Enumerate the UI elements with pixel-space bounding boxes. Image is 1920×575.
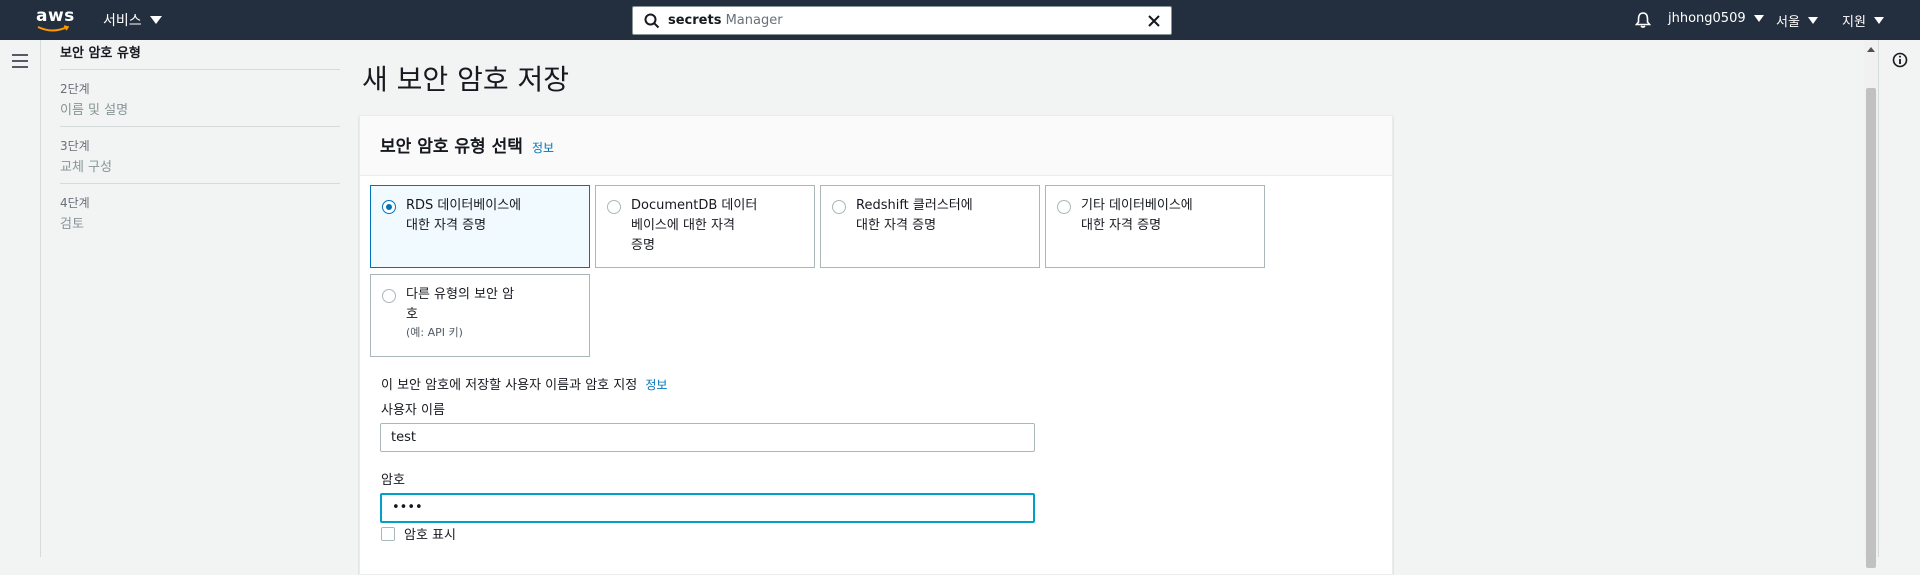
left-navigation-rail [0,40,41,557]
aws-logo-text: aws [36,6,75,26]
step-name: 교체 구성 [60,160,112,175]
radio-button[interactable] [607,200,621,214]
support-label: 지원 [1842,15,1866,30]
scrollbar-thumb[interactable] [1866,88,1876,568]
password-label: 암호 [381,473,405,488]
info-icon[interactable] [1892,52,1908,68]
tile-label-line1: 다른 유형의 보안 암 [406,287,515,302]
wizard-steps: 보안 암호 유형 2단계 이름 및 설명 3단계 교체 구성 4단계 검토 [60,40,340,250]
caret-down-icon [1873,17,1884,24]
support-menu-button[interactable]: 지원 [1842,11,1884,30]
right-help-rail [1878,40,1920,557]
step-current-name: 보안 암호 유형 [60,46,141,61]
search-value-bold: secrets [668,13,722,28]
page-title: 새 보안 암호 저장 [362,63,570,96]
region-menu-button[interactable]: 서울 [1776,11,1818,30]
tile-label-line2: 대한 자격 증명 [1081,218,1162,233]
info-link[interactable]: 정보 [532,141,554,155]
show-password-label: 암호 표시 [404,528,456,543]
secret-type-tile-rds[interactable]: RDS 데이터베이스에 대한 자격 증명 [370,185,590,268]
page-scrollbar[interactable] [1864,40,1878,568]
tile-label-line2: 대한 자격 증명 [856,218,937,233]
caret-down-icon [149,16,162,24]
tile-label-line1: DocumentDB 데이터 [631,198,758,213]
show-password-checkbox[interactable] [381,527,395,541]
search-value-rest: Manager [721,13,783,28]
tile-sub-label: (예: API 키) [406,326,463,339]
step-4[interactable]: 4단계 검토 [60,194,340,240]
hamburger-menu-icon[interactable] [12,54,28,72]
username-field[interactable]: test [380,423,1035,452]
services-menu-button[interactable]: 서비스 [103,10,162,30]
search-icon [644,13,660,29]
top-navigation-bar: aws 서비스 secrets Manager jhhong0509 서울 지원 [0,0,1920,40]
panel-title: 보안 암호 유형 선택 [380,137,523,157]
secret-type-tile-other[interactable]: 다른 유형의 보안 암 호 (예: API 키) [370,274,590,357]
services-label: 서비스 [103,13,142,29]
step-1: 보안 암호 유형 [60,40,340,70]
secret-type-tile-redshift[interactable]: Redshift 클러스터에 대한 자격 증명 [820,185,1040,268]
close-icon[interactable] [1146,13,1162,29]
caret-down-icon [1807,17,1818,24]
step-3[interactable]: 3단계 교체 구성 [60,137,340,184]
radio-button[interactable] [382,289,396,303]
password-field[interactable]: •••• [380,493,1035,523]
search-value: secrets Manager [668,13,783,28]
secret-type-tile-documentdb[interactable]: DocumentDB 데이터 베이스에 대한 자격 증명 [595,185,815,268]
tile-label-line1: Redshift 클러스터에 [856,198,973,213]
step-name: 검토 [60,217,84,232]
aws-logo[interactable]: aws [36,6,74,34]
tile-label-line1: 기타 데이터베이스에 [1081,198,1193,213]
radio-button[interactable] [382,200,396,214]
account-name: jhhong0509 [1668,11,1746,26]
scroll-up-arrow-icon[interactable] [1867,47,1875,52]
radio-button[interactable] [1057,200,1071,214]
panel-header: 보안 암호 유형 선택 정보 [360,116,1392,176]
search-input[interactable]: secrets Manager [632,6,1172,35]
tile-label-line2: 대한 자격 증명 [406,218,487,233]
credentials-heading-text: 이 보안 암호에 저장할 사용자 이름과 암호 지정 [381,378,638,393]
credentials-heading: 이 보안 암호에 저장할 사용자 이름과 암호 지정 정보 [381,374,667,393]
step-number: 2단계 [60,82,90,96]
caret-down-icon [1753,15,1764,22]
step-2[interactable]: 2단계 이름 및 설명 [60,80,340,127]
tile-label-line2: 호 [406,307,418,322]
step-number: 3단계 [60,139,90,153]
tile-label-line3: 증명 [631,238,655,253]
aws-smile-icon [37,25,69,32]
info-link[interactable]: 정보 [645,378,667,392]
bell-icon[interactable] [1634,11,1652,29]
username-label: 사용자 이름 [381,403,445,418]
tile-label-line1: RDS 데이터베이스에 [406,198,522,213]
secret-type-tile-other-db[interactable]: 기타 데이터베이스에 대한 자격 증명 [1045,185,1265,268]
region-name: 서울 [1776,15,1800,30]
tile-label-line2: 베이스에 대한 자격 [631,218,735,233]
radio-button[interactable] [832,200,846,214]
account-menu-button[interactable]: jhhong0509 [1668,11,1764,26]
step-number: 4단계 [60,196,90,210]
step-name: 이름 및 설명 [60,103,129,118]
